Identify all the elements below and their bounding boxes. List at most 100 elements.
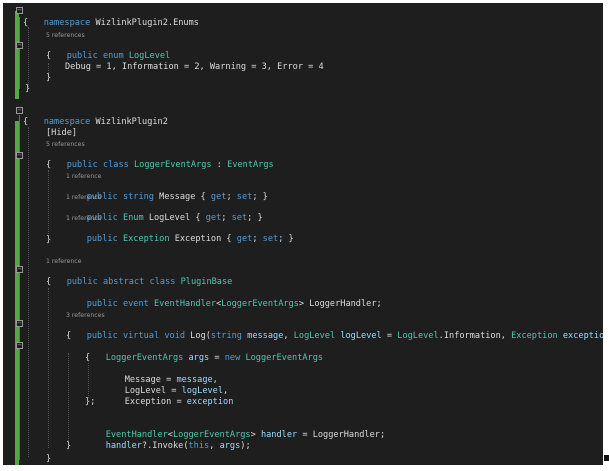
- indent-guide: [28, 127, 29, 457]
- code-line[interactable]: }: [46, 235, 51, 246]
- collapse-toggle-icon[interactable]: −: [16, 320, 23, 327]
- code-line[interactable]: EventHandler<LoggerEventArgs> handler = …: [85, 419, 385, 440]
- code-line[interactable]: {: [66, 331, 71, 342]
- collapse-toggle-icon[interactable]: −: [16, 107, 23, 114]
- code-line[interactable]: public Exception Exception { get; set; }: [66, 223, 294, 244]
- keyword: set: [236, 192, 253, 202]
- keyword: virtual: [122, 331, 160, 341]
- brace: {: [46, 277, 52, 287]
- collapse-toggle-icon[interactable]: −: [16, 152, 23, 159]
- punct: >: [250, 430, 261, 440]
- code-line[interactable]: handler?.Invoke(this, args);: [85, 430, 251, 451]
- references-lens[interactable]: 5 references: [46, 140, 85, 149]
- type-name: PluginBase: [180, 277, 233, 287]
- parameter: exception: [186, 397, 234, 407]
- keyword: string: [122, 192, 154, 202]
- punct: ;: [252, 234, 263, 244]
- keyword: new: [224, 353, 241, 363]
- code-line[interactable]: public enum LogLevel: [46, 40, 171, 61]
- code-line[interactable]: {: [46, 277, 51, 288]
- code-line[interactable]: public abstract class PluginBase: [46, 266, 233, 287]
- code-line[interactable]: [Hide]: [46, 128, 77, 139]
- references-lens[interactable]: 1 reference: [46, 257, 81, 266]
- references-count: 3 references: [66, 312, 105, 319]
- keyword: enum: [102, 51, 124, 61]
- type-name: LoggerEventArgs: [245, 353, 324, 363]
- code-editor[interactable]: − − − − − − − namespace WizlinkPlugin2.E…: [3, 3, 603, 465]
- code-line[interactable]: LoggerEventArgs args = new LoggerEventAr…: [85, 342, 323, 363]
- type-name: LogLevel: [128, 51, 171, 61]
- references-count: 5 references: [46, 32, 85, 39]
- keyword: get: [236, 234, 253, 244]
- member-text: Exception {: [169, 234, 237, 244]
- keyword: event: [122, 299, 149, 309]
- references-count: 1 reference: [46, 258, 82, 265]
- references-count: 1 reference: [66, 215, 102, 222]
- code-line[interactable]: public class LoggerEventArgs : EventArgs: [46, 149, 274, 170]
- operator: :: [211, 160, 228, 170]
- code-line[interactable]: namespace WizlinkPlugin2: [23, 106, 168, 127]
- references-lens[interactable]: 1 reference: [66, 172, 101, 181]
- parameter: exception: [562, 331, 603, 341]
- collapse-toggle-icon[interactable]: −: [16, 342, 23, 349]
- keyword: set: [231, 213, 248, 223]
- references-lens[interactable]: 3 references: [66, 311, 105, 320]
- code-line[interactable]: {: [85, 353, 90, 364]
- brace: {: [46, 51, 52, 61]
- collapse-toggle-icon[interactable]: −: [16, 42, 23, 49]
- references-lens[interactable]: 5 references: [46, 31, 85, 40]
- code-line[interactable]: LogLevel = logLevel,: [104, 375, 229, 396]
- keyword: public: [86, 234, 118, 244]
- mouse-cursor-icon: [604, 455, 609, 461]
- brace: };: [85, 397, 96, 407]
- member-text: LogLevel {: [143, 213, 206, 223]
- member-text: ?.Invoke(: [141, 441, 189, 451]
- type-name: LogLevel: [293, 331, 336, 341]
- keyword: namespace: [43, 18, 91, 28]
- references-lens[interactable]: 1 reference: [66, 193, 101, 202]
- member-text: Log(: [185, 331, 211, 341]
- keyword: void: [164, 331, 186, 341]
- local-variable: args: [219, 441, 241, 451]
- fold-guide: [19, 115, 20, 460]
- code-line[interactable]: Exception = exception: [104, 386, 234, 407]
- type-name: Enum: [122, 213, 144, 223]
- code-line[interactable]: Message = message,: [104, 364, 218, 385]
- code-line[interactable]: public virtual void Log(string message, …: [66, 320, 603, 341]
- member-text: .Information,: [438, 331, 512, 341]
- code-line[interactable]: Debug = 1, Information = 2, Warning = 3,…: [65, 62, 324, 73]
- parameter: logLevel: [340, 331, 382, 341]
- references-count: 1 reference: [66, 194, 102, 201]
- punct: =: [209, 353, 225, 363]
- collapse-toggle-icon[interactable]: −: [16, 7, 23, 14]
- code-line[interactable]: namespace WizlinkPlugin2.Enums: [23, 7, 199, 28]
- brace: {: [66, 331, 72, 341]
- code-line[interactable]: {: [23, 18, 28, 29]
- local-variable: handler: [260, 430, 298, 440]
- fold-guide: [19, 17, 20, 89]
- punct: ; }: [247, 213, 263, 223]
- brace: {: [46, 160, 52, 170]
- type-name: EventArgs: [227, 160, 274, 170]
- code-line[interactable]: {: [46, 51, 51, 62]
- keyword: public: [86, 331, 118, 341]
- member-text: > LoggerHandler;: [298, 299, 382, 309]
- code-line[interactable]: {: [23, 117, 28, 128]
- brace: }: [46, 454, 52, 464]
- code-line[interactable]: }: [46, 73, 51, 84]
- keyword: class: [149, 277, 176, 287]
- code-line[interactable]: public string Message { get; set; }: [66, 181, 268, 202]
- code-line[interactable]: }: [25, 84, 30, 95]
- keyword: public: [66, 277, 98, 287]
- code-line[interactable]: {: [46, 160, 51, 171]
- code-line[interactable]: }: [46, 454, 51, 465]
- references-lens[interactable]: 1 reference: [66, 214, 101, 223]
- code-line[interactable]: }: [66, 441, 71, 452]
- collapse-toggle-icon[interactable]: −: [16, 266, 23, 273]
- code-line[interactable]: public event EventHandler<LoggerEventArg…: [66, 288, 382, 309]
- code-line[interactable]: };: [85, 397, 95, 408]
- brace: {: [85, 353, 91, 363]
- member-text: = LoggerHandler;: [297, 430, 386, 440]
- type-name: Exception: [122, 234, 170, 244]
- code-line[interactable]: public Enum LogLevel { get; set; }: [66, 202, 263, 223]
